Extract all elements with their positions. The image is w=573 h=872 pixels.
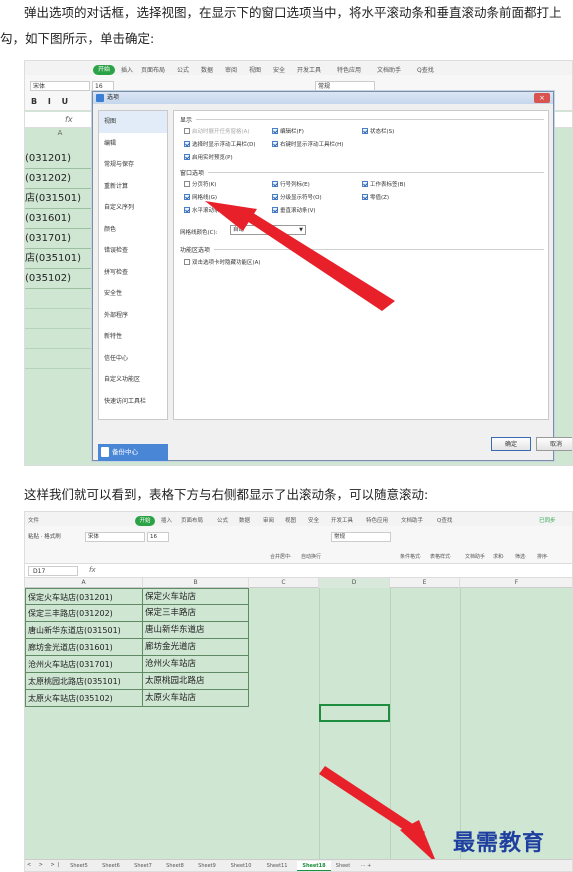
- sheet-tab-active[interactable]: Sheet18: [297, 861, 331, 871]
- sheet-tab[interactable]: Sheet9: [193, 861, 221, 871]
- sheet-tab[interactable]: Sheet5: [65, 861, 93, 871]
- arrow-annotation: [319, 766, 437, 864]
- sheet-tab[interactable]: Sheet: [333, 861, 353, 871]
- sheet-tab[interactable]: Sheet8: [161, 861, 189, 871]
- add-sheet-button[interactable]: ··· +: [355, 861, 377, 871]
- screenshot-options-dialog: 开始 插入 页面布局 公式 数据 审阅 视图 安全 开发工具 特色应用 文档助手…: [24, 60, 573, 466]
- sheet-tab-bar: < > >| Sheet5 Sheet6 Sheet7 Sheet8 Sheet…: [25, 859, 572, 871]
- sheet-tab[interactable]: Sheet10: [225, 861, 257, 871]
- sheet-tab[interactable]: Sheet7: [129, 861, 157, 871]
- sheet-tab[interactable]: Sheet11: [261, 861, 293, 871]
- watermark-logo: 最需教育: [453, 830, 546, 856]
- paragraph-1-cont: 勾，如下图所示，单击确定:: [0, 31, 155, 46]
- paragraph-1: 弹出选项的对话框，选择视图，在显示下的窗口选项当中，将水平滚动条和垂直滚动条前面…: [24, 5, 562, 20]
- sheet-nav-arrows[interactable]: < > >|: [27, 862, 62, 868]
- arrow-annotation: [205, 201, 395, 311]
- screenshot-spreadsheet: 文件 开始 插入 页面布局 公式 数据 审阅 视图 安全 开发工具 特色应用 文…: [24, 511, 573, 872]
- sheet-tab[interactable]: Sheet6: [97, 861, 125, 871]
- paragraph-2: 这样我们就可以看到，表格下方与右侧都显示了出滚动条，可以随意滚动:: [24, 487, 429, 502]
